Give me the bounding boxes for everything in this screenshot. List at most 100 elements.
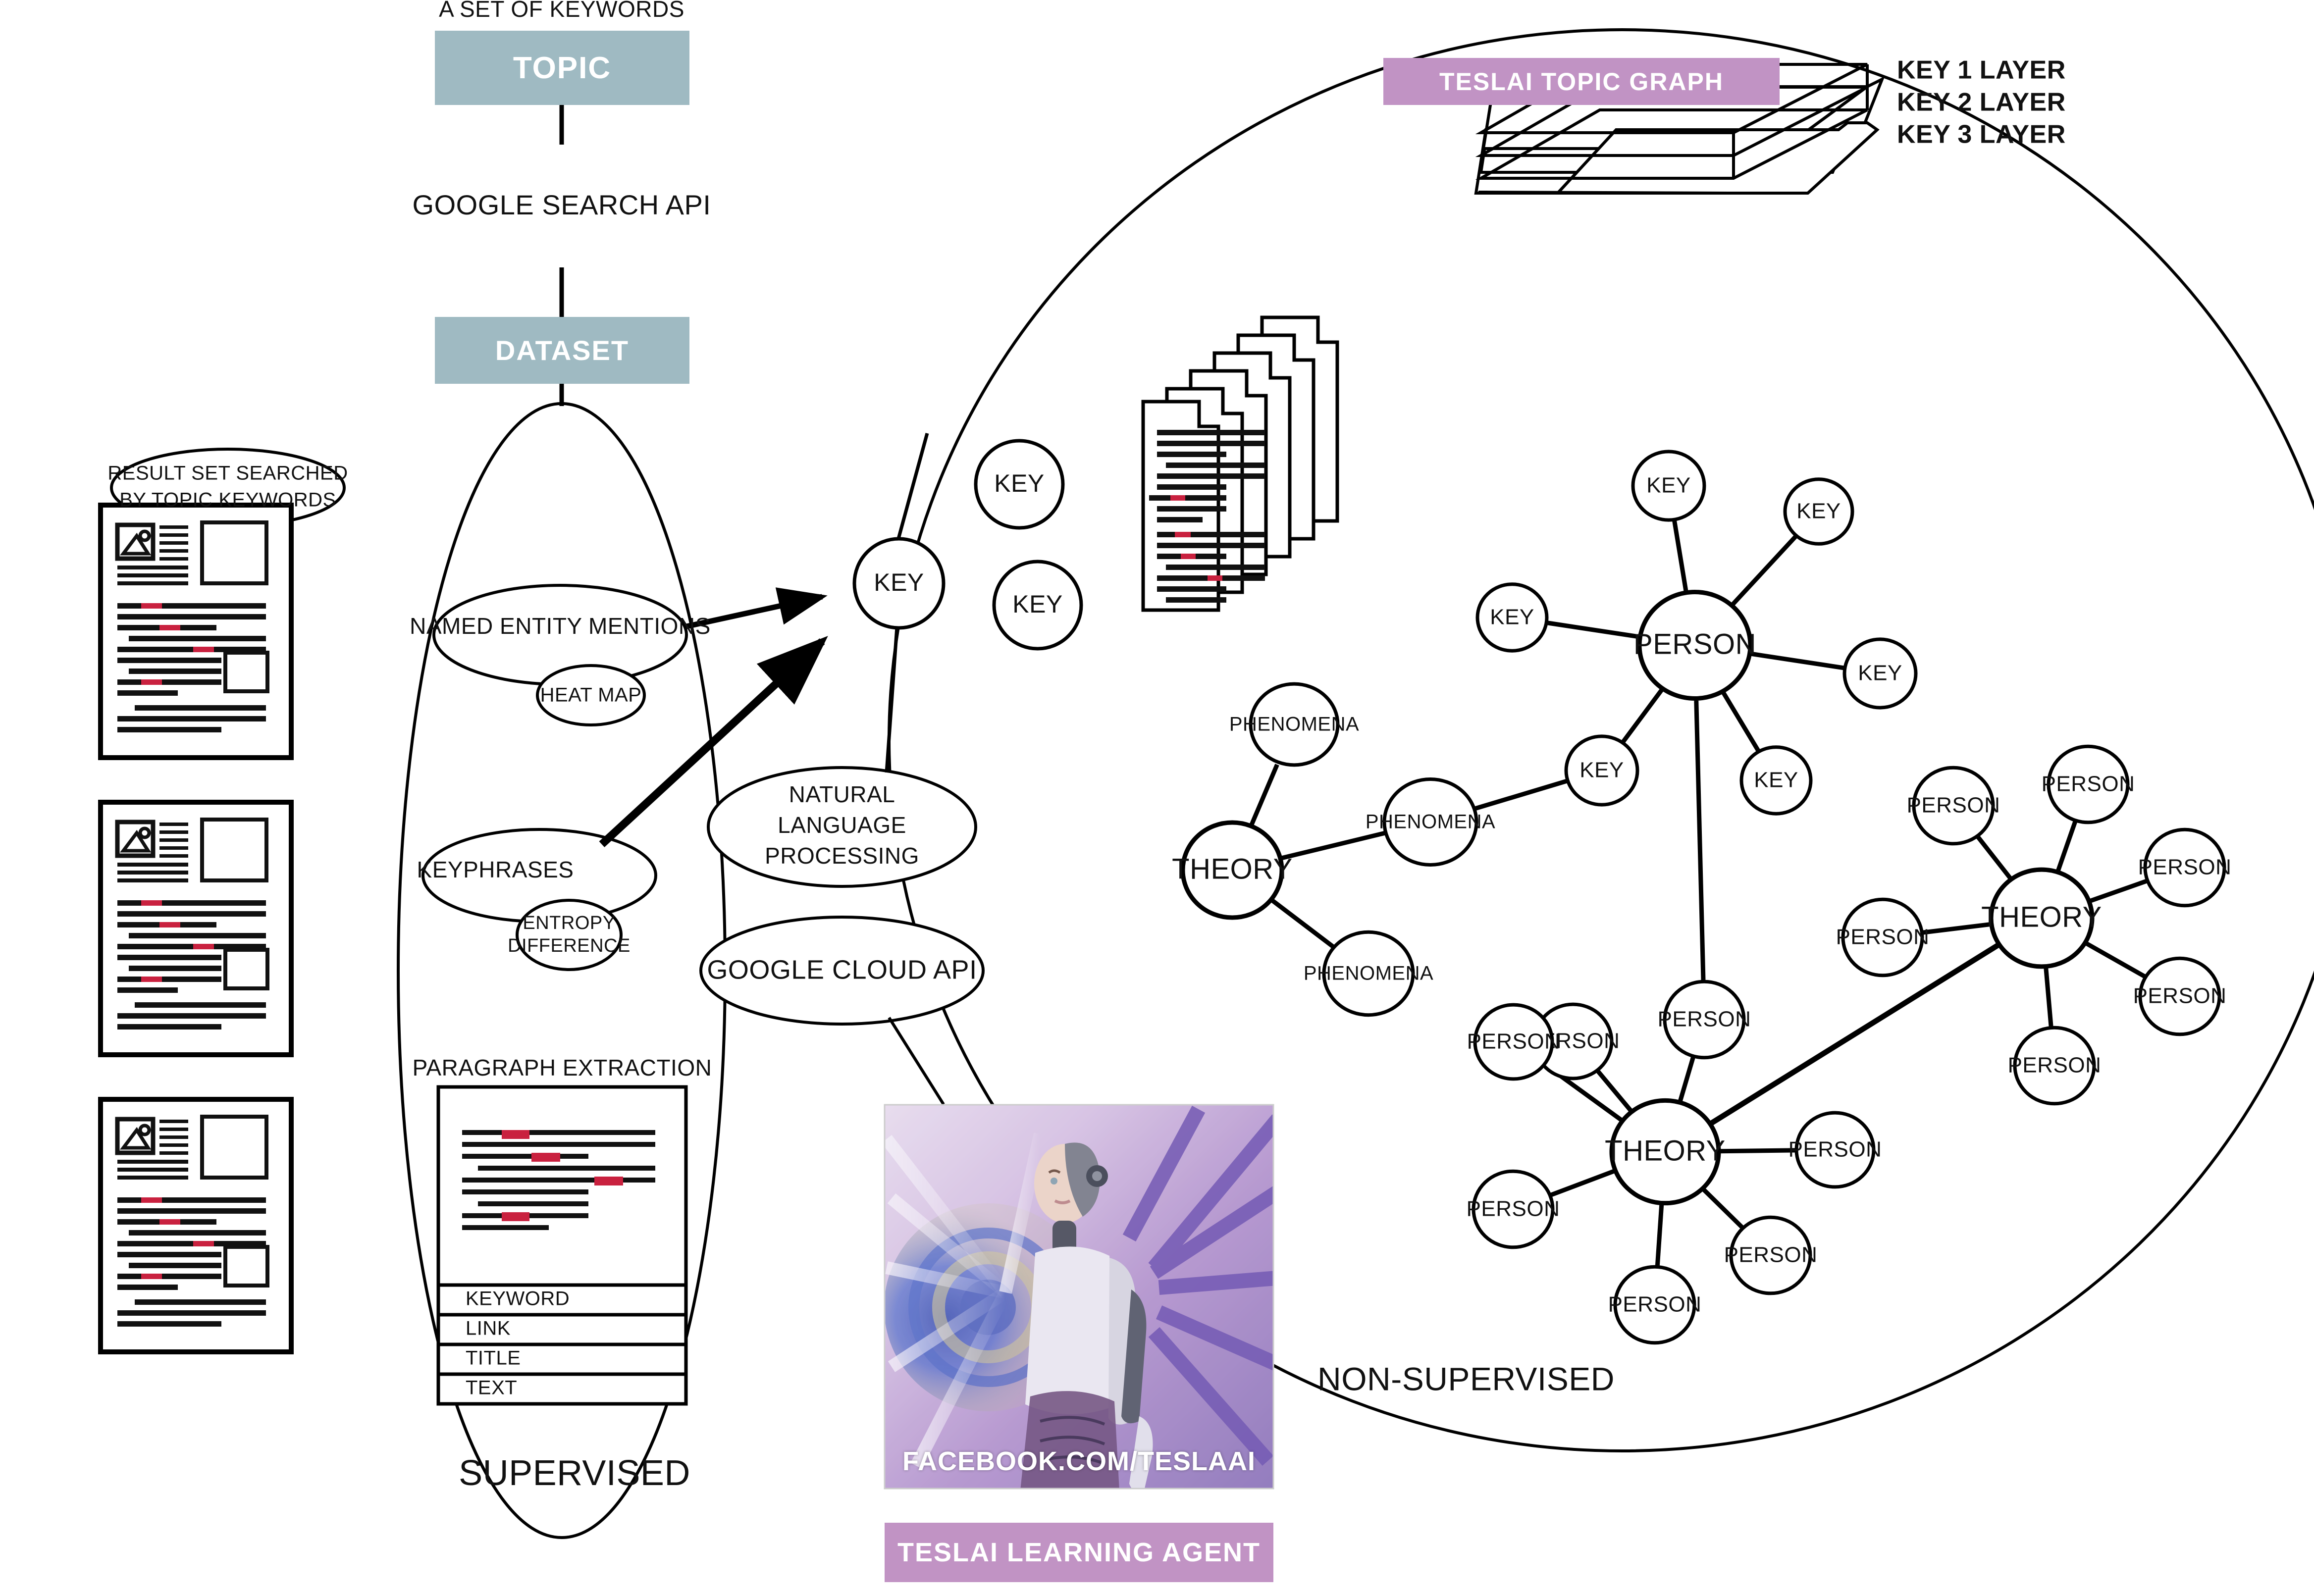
- graph-node-person[interactable]: PERSON: [2133, 956, 2227, 1036]
- graph-node-person[interactable]: PERSON: [1658, 979, 1751, 1060]
- heat-map-label: HEAT MAP: [540, 684, 642, 706]
- graph-edge: [2088, 878, 2149, 904]
- graph-edge: [1976, 835, 2012, 880]
- layer-label-0: KEY 1 LAYER: [1897, 56, 2066, 85]
- layer-label-1: KEY 2 LAYER: [1897, 88, 2066, 117]
- node-label: PHENOMENA: [1229, 714, 1359, 735]
- graph-edge: [1473, 778, 1569, 811]
- graph-edge: [1549, 1168, 1616, 1197]
- node-label: PERSON: [2008, 1053, 2102, 1078]
- node-label: PERSON: [1467, 1197, 1560, 1221]
- graph-edge: [1731, 534, 1798, 606]
- graph-edge: [1701, 1187, 1744, 1230]
- supervised-label: SUPERVISED: [459, 1453, 690, 1493]
- entropy-difference-node[interactable]: [516, 899, 623, 971]
- node-label: PERSON: [1724, 1243, 1818, 1267]
- graph-node-key[interactable]: KEY: [1739, 745, 1813, 816]
- graph-node-key[interactable]: KEY: [1783, 477, 1854, 546]
- graph-node-theory[interactable]: THEORY: [1981, 867, 2102, 969]
- connector-gcapi-to-robot: [888, 1017, 945, 1105]
- table-row-label-0: KEYWORD: [466, 1288, 570, 1310]
- entry-key-label-3: KEY: [1012, 590, 1063, 618]
- node-label: THEORY: [1981, 901, 2102, 933]
- graph-edge: [1718, 1148, 1797, 1154]
- graph-node-person[interactable]: PERSON: [1633, 589, 1756, 701]
- nlp-label-2: LANGUAGE: [778, 812, 906, 838]
- diagram-canvas: PERSON KEY KEY KEY KEY KEY KEY THEORY PHENOMENA P…: [0, 0, 2314, 1596]
- node-label: PERSON: [1788, 1137, 1882, 1162]
- entropy-difference-label-1: ENTROPY: [523, 913, 615, 933]
- paragraph-extraction-label: PARAGRAPH EXTRACTION: [413, 1055, 712, 1081]
- facebook-url-label: FACEBOOK.COM/TESLAAI: [902, 1446, 1256, 1476]
- node-label: KEY: [1579, 758, 1624, 782]
- table-row-label-3: TEXT: [466, 1377, 517, 1399]
- vector-layer: PERSON KEY KEY KEY KEY KEY KEY THEORY PHENOMENA P…: [98, 0, 2314, 1539]
- dataset-box[interactable]: DATASET: [435, 317, 689, 384]
- graph-node-person[interactable]: PERSON: [2138, 827, 2232, 908]
- graph-node-person[interactable]: PERSON: [1724, 1215, 1818, 1295]
- node-label: THEORY: [1605, 1134, 1726, 1167]
- graph-edge: [1621, 688, 1664, 743]
- nlp-label-1: NATURAL: [789, 781, 895, 807]
- graph-node-person[interactable]: PERSON: [2008, 1026, 2102, 1106]
- node-label: KEY: [1796, 499, 1841, 523]
- google-search-api-label: GOOGLE SEARCH API: [413, 189, 711, 220]
- result-set-label-line2: BY TOPIC KEYWORDS: [119, 489, 336, 511]
- graph-node-key[interactable]: KEY: [1564, 734, 1639, 807]
- node-label: PERSON: [1633, 628, 1756, 660]
- topic-box[interactable]: TOPIC: [435, 31, 689, 105]
- node-label: PERSON: [1658, 1007, 1751, 1031]
- graph-node-person[interactable]: PERSON: [1907, 766, 2000, 846]
- graph-edge: [1655, 1205, 1664, 1266]
- node-label: PERSON: [1907, 793, 2000, 818]
- graph-edge: [1280, 830, 1386, 861]
- layer-label-2: KEY 3 LAYER: [1897, 120, 2066, 149]
- named-entity-mentions-label: NAMED ENTITY MENTIONS: [410, 613, 711, 639]
- keywords-caption: A SET OF KEYWORDS: [439, 0, 684, 22]
- topic-label: TOPIC: [513, 51, 612, 85]
- graph-edge: [2084, 941, 2147, 979]
- node-label: PERSON: [1608, 1292, 1702, 1317]
- nlp-label-3: PROCESSING: [765, 843, 919, 869]
- search-result-documents: [98, 503, 294, 1354]
- node-label: PERSON: [2042, 772, 2135, 796]
- node-label: PERSON: [2133, 984, 2227, 1008]
- graph-node-phenomena[interactable]: PHENOMENA: [1229, 682, 1359, 767]
- graph-edge: [1249, 764, 1279, 825]
- graph-node-theory[interactable]: THEORY: [1605, 1098, 1726, 1206]
- node-label: PHENOMENA: [1304, 963, 1433, 984]
- graph-edge: [1270, 898, 1335, 949]
- document-card: [98, 800, 294, 1057]
- graph-edge: [2044, 968, 2053, 1027]
- node-label: KEY: [1490, 605, 1534, 629]
- graph-edge: [1721, 691, 1760, 752]
- document-card: [98, 503, 294, 760]
- connector-key-hub-down: [885, 619, 899, 773]
- graph-node-person[interactable]: PERSON: [1788, 1111, 1882, 1189]
- node-label: KEY: [1754, 768, 1798, 792]
- graph-node-phenomena[interactable]: PHENOMENA: [1304, 930, 1433, 1017]
- graph-node-key[interactable]: KEY: [1475, 582, 1549, 653]
- graph-node-person[interactable]: PERSON: [1836, 897, 1930, 978]
- result-set-label-line1: RESULT SET SEARCHED: [107, 463, 348, 484]
- facebook-url-overlay: FACEBOOK.COM/TESLAAI: [885, 1446, 1273, 1583]
- graph-edge: [1672, 520, 1688, 591]
- teslai-agent-image: [885, 1105, 1273, 1489]
- graph-node-person[interactable]: PERSON: [2042, 744, 2135, 824]
- graph-node-key[interactable]: KEY: [1842, 637, 1918, 710]
- document-card: [98, 1097, 294, 1354]
- graph-edge: [1694, 700, 1706, 980]
- entropy-difference-label-2: DIFFERENCE: [508, 935, 631, 956]
- google-cloud-api-label: GOOGLE CLOUD API: [707, 955, 977, 984]
- node-label: PHENOMENA: [1366, 811, 1495, 833]
- node-label: PERSON: [1836, 925, 1930, 949]
- graph-node-person[interactable]: PERSON: [1467, 1169, 1560, 1249]
- graph-edge: [1749, 651, 1845, 670]
- graph-node-person[interactable]: PERSON: [1608, 1265, 1702, 1345]
- node-label: PERSON: [2138, 855, 2232, 879]
- graph-node-phenomena[interactable]: PHENOMENA: [1366, 777, 1495, 867]
- entry-key-label-2: KEY: [994, 469, 1045, 497]
- table-row-label-1: LINK: [466, 1318, 511, 1339]
- table-row-label-2: TITLE: [466, 1347, 521, 1369]
- graph-node-key[interactable]: KEY: [1631, 450, 1706, 522]
